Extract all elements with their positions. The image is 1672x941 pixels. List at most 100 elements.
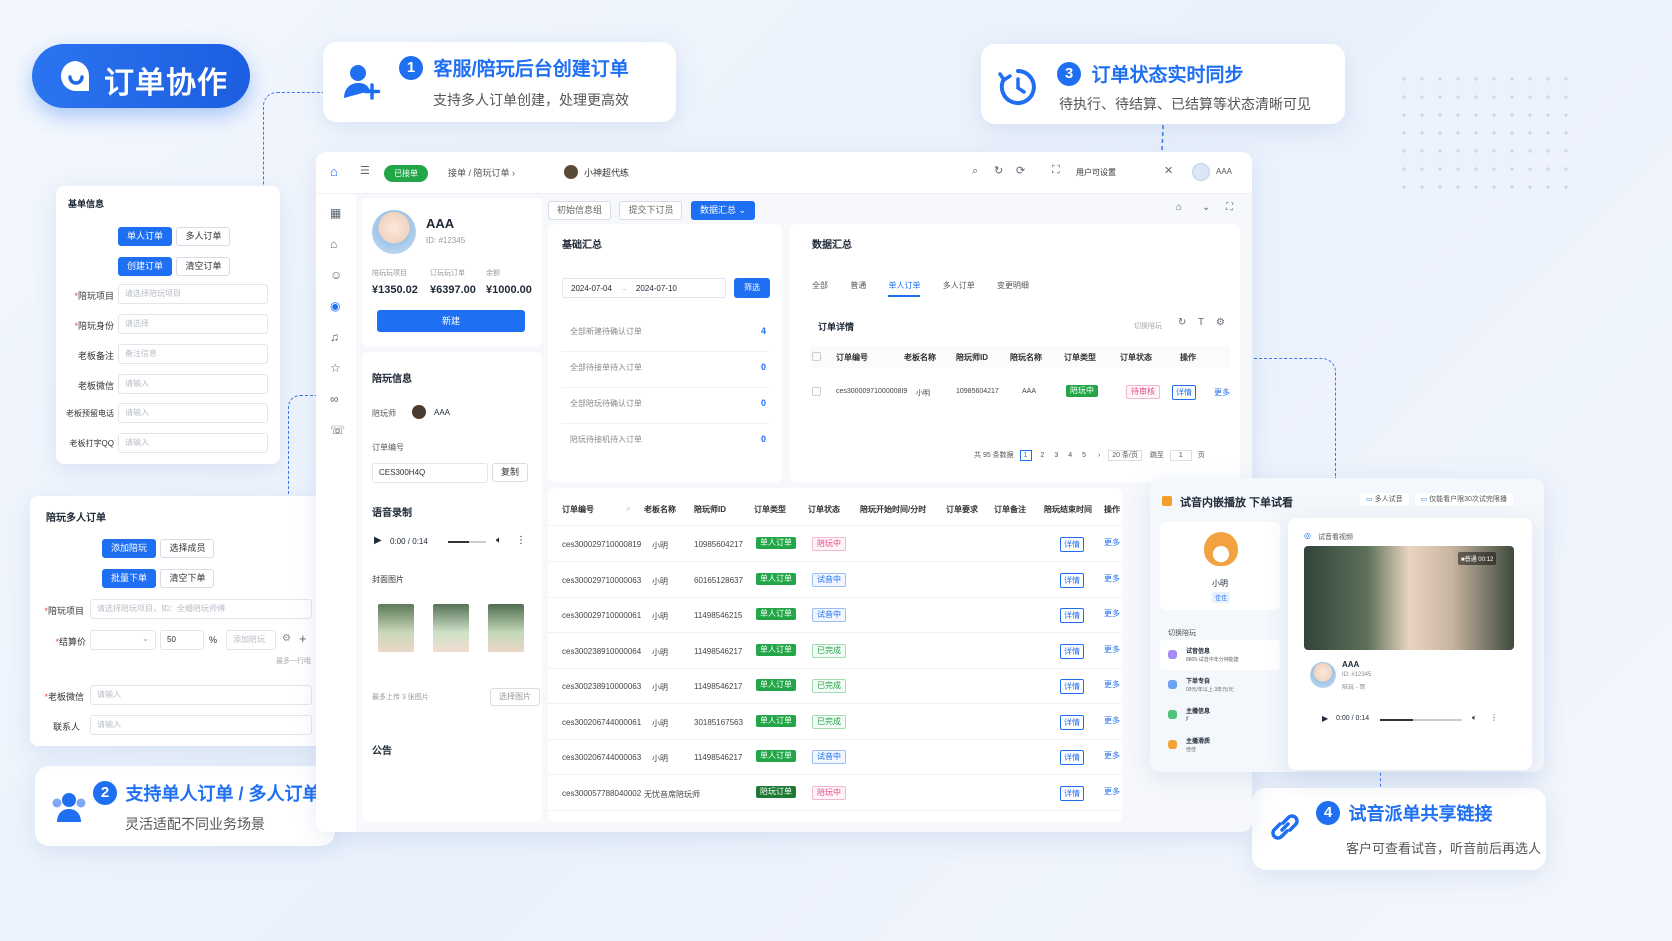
- text-icon[interactable]: T: [1198, 317, 1204, 328]
- limit-option[interactable]: ▭ 仅能看户限30次试完限播: [1414, 493, 1513, 506]
- search-icon[interactable]: ⌕: [626, 503, 631, 514]
- breadcrumb-item[interactable]: 接单: [448, 168, 466, 178]
- avatar[interactable]: [1192, 163, 1210, 181]
- more-link[interactable]: 更多: [1104, 608, 1120, 619]
- toggle-player[interactable]: 切换陪玩: [1134, 321, 1162, 331]
- detail-button[interactable]: 详情: [1060, 608, 1084, 623]
- user-icon[interactable]: ☺: [330, 268, 342, 282]
- tab[interactable]: 全部: [812, 281, 828, 290]
- table-row[interactable]: ces300057788040002 无忧音席陪玩师 陪玩订单 陪玩中 详情 更多: [548, 775, 1122, 811]
- table-row[interactable]: ces300029710000819 小明 10985604217 单人订单 陪玩中 详情…: [548, 526, 1122, 562]
- batch-order-button[interactable]: 批量下单: [102, 569, 157, 588]
- more-link[interactable]: 更多: [1104, 786, 1120, 797]
- add-player-button[interactable]: 添加陪玩: [102, 539, 157, 558]
- refresh-icon[interactable]: ↻: [994, 164, 1003, 177]
- play-icon[interactable]: ▶: [374, 535, 382, 546]
- project-select[interactable]: 请选择陪玩项目: [118, 284, 268, 304]
- select-member-button[interactable]: 选择成员: [160, 539, 215, 558]
- home-icon[interactable]: ⌂: [330, 164, 338, 179]
- more-icon[interactable]: ⋮: [516, 535, 526, 546]
- grid-icon[interactable]: ▦: [330, 206, 341, 220]
- order-icon[interactable]: ◉: [330, 299, 340, 313]
- tab-active[interactable]: 单人订单: [888, 281, 921, 297]
- detail-button[interactable]: 详情: [1060, 643, 1084, 659]
- page-btn[interactable]: 1: [1019, 450, 1032, 461]
- table-row[interactable]: ces300029710000061 小明 11498546215 单人订单 试音中 详情…: [548, 597, 1122, 633]
- next-icon[interactable]: ›: [1098, 452, 1100, 459]
- more-link[interactable]: 更多: [1104, 644, 1120, 655]
- multi-project-select[interactable]: 请选择陪玩项目，如：全婚陪玩师傅: [90, 599, 312, 619]
- copy-button[interactable]: 复制: [492, 463, 529, 482]
- volume-icon[interactable]: 🔈︎: [496, 535, 502, 546]
- more-link[interactable]: 更多: [1104, 573, 1120, 584]
- trial-list-item[interactable]: 主播信息 jf: [1160, 700, 1280, 730]
- more-link[interactable]: 更多: [1104, 537, 1120, 548]
- volume-icon[interactable]: 🔈︎: [1472, 713, 1477, 723]
- page-btn[interactable]: 4: [1068, 452, 1072, 459]
- detail-button[interactable]: 详情: [1172, 385, 1196, 400]
- cover-image[interactable]: [433, 604, 469, 652]
- trial-list-item[interactable]: 下单专自 09元/年以上 3年元/元: [1160, 670, 1280, 700]
- link-icon[interactable]: ∞: [330, 392, 339, 406]
- multi-wechat-input[interactable]: 请输入: [90, 685, 312, 705]
- table-row[interactable]: ces300238910000064 小明 11498546217 单人订单 已完成 详情…: [548, 633, 1122, 669]
- boss-phone-input[interactable]: 请输入: [118, 403, 268, 423]
- single-order-button[interactable]: 单人订单: [118, 227, 173, 246]
- plus-icon[interactable]: +: [299, 631, 307, 646]
- chevron-down-icon[interactable]: ⌄: [1202, 202, 1210, 213]
- multi-trial-option[interactable]: ▭ 多人试音: [1360, 493, 1409, 506]
- detail-button[interactable]: 详情: [1060, 572, 1084, 588]
- more-link[interactable]: 更多: [1104, 715, 1120, 726]
- cover-image[interactable]: [488, 604, 524, 652]
- clear-order-button[interactable]: 清空订单: [176, 257, 231, 276]
- tab[interactable]: 普通: [850, 281, 866, 290]
- table-row[interactable]: ces30000971000008I9 小明 10985604217 AAA 陪…: [810, 380, 1230, 404]
- page-btn[interactable]: 3: [1054, 452, 1058, 459]
- table-row[interactable]: ces300238910000063 小明 11498546217 单人订单 已完成 详情…: [548, 668, 1122, 704]
- audio-progress[interactable]: [448, 541, 486, 543]
- trial-list-item[interactable]: 主播滑质 佳佳: [1160, 730, 1280, 760]
- account-menu[interactable]: 用户可设置: [1076, 167, 1116, 178]
- clear-batch-button[interactable]: 清空下单: [160, 569, 215, 588]
- menu-icon[interactable]: ☰: [360, 164, 370, 177]
- order-no-input[interactable]: CES300H4Q: [372, 463, 488, 483]
- tab[interactable]: 多人订单: [943, 281, 975, 290]
- boss-qq-input[interactable]: 请输入: [118, 433, 268, 453]
- home-icon[interactable]: ⌂: [1176, 202, 1182, 213]
- checkbox[interactable]: [812, 352, 821, 361]
- create-order-button[interactable]: 创建订单: [118, 257, 173, 276]
- checkbox[interactable]: [812, 387, 821, 396]
- audio-progress[interactable]: [1380, 719, 1462, 721]
- bell-icon[interactable]: ♫: [330, 330, 339, 344]
- boss-note-input[interactable]: 备注信息: [118, 344, 268, 364]
- new-button[interactable]: 新建: [377, 310, 525, 332]
- subtab[interactable]: 提交下订员: [619, 201, 683, 220]
- filter-button[interactable]: 筛选: [734, 278, 770, 298]
- search-icon[interactable]: ⌕: [972, 165, 978, 178]
- table-row[interactable]: ces300029710000063 小明 60165128637 单人订单 试音中 详情…: [548, 562, 1122, 598]
- tools-icon[interactable]: ✕: [1164, 164, 1173, 177]
- contact-input[interactable]: 请输入: [90, 715, 312, 735]
- date-range[interactable]: 2024-07-04 → 2024-07-10: [562, 278, 726, 298]
- page-btn[interactable]: 5: [1082, 452, 1086, 459]
- expand-icon[interactable]: ⛶: [1226, 202, 1233, 213]
- tab[interactable]: 变更明细: [997, 281, 1029, 290]
- more-link[interactable]: 更多: [1214, 387, 1230, 398]
- chat-icon[interactable]: ☏: [330, 423, 345, 437]
- detail-button[interactable]: 详情: [1060, 785, 1084, 801]
- table-row[interactable]: ces300206744000063 小明 11498546217 单人订单 试音中 详情…: [548, 739, 1122, 775]
- fullscreen-icon[interactable]: ⛶: [1052, 164, 1060, 177]
- boss-wechat-input[interactable]: 请输入: [118, 374, 268, 394]
- trial-list-item[interactable]: 试音信息 8805-试音中年分钟能建: [1160, 640, 1280, 670]
- subtab[interactable]: 初始信息组: [548, 201, 612, 220]
- price-type-select[interactable]: ⌄: [90, 630, 156, 650]
- add-player-input[interactable]: 添加陪玩: [226, 630, 276, 650]
- detail-button[interactable]: 详情: [1060, 537, 1084, 552]
- play-icon[interactable]: ▶: [1322, 714, 1328, 723]
- page-size[interactable]: 20 条/页: [1108, 450, 1142, 461]
- identity-select[interactable]: 请选择: [118, 314, 268, 334]
- shop-icon[interactable]: ⌂: [330, 237, 337, 251]
- detail-button[interactable]: 详情: [1060, 714, 1084, 730]
- star-icon[interactable]: ☆: [330, 361, 341, 375]
- settings-icon[interactable]: ⚙: [282, 633, 291, 644]
